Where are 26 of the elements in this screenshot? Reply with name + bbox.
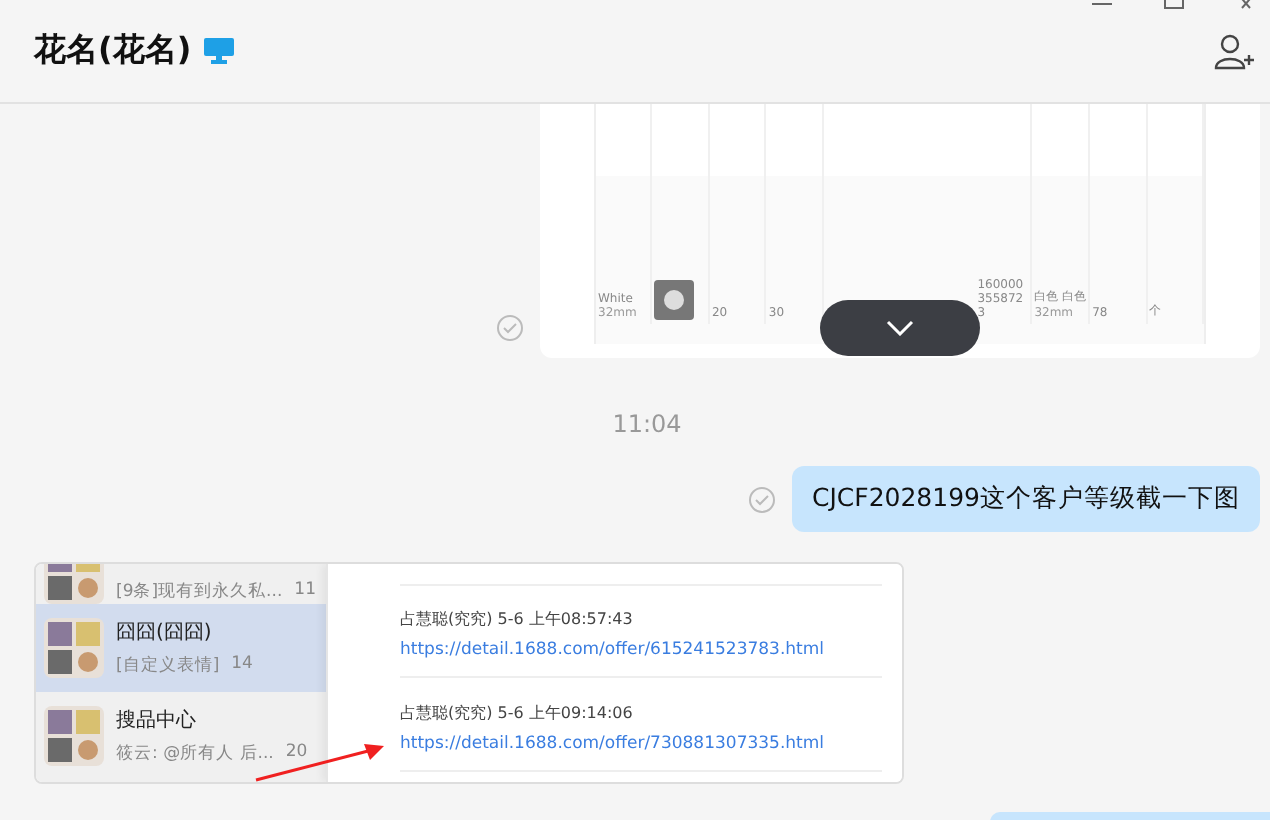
scroll-down-button[interactable] — [820, 300, 980, 356]
maximize-icon[interactable] — [1162, 0, 1186, 10]
conversation-name: 囧囧(囧囧) — [116, 620, 214, 646]
conversation-item[interactable]: 搜品中心 筱云: @所有人 后... 20 — [36, 692, 326, 780]
message-preview: [9条]现有到永久私... — [116, 580, 283, 604]
sender-line: 占慧聪(究究) 5-6 上午08:57:43 — [400, 608, 635, 630]
window-title: 花名(花名) — [34, 30, 192, 72]
message-bubble: CJCF2028199这个客户等级截一下图 — [791, 466, 1260, 532]
check-icon — [747, 485, 776, 513]
link[interactable]: https://detail.1688.com/offer/730881307335.html — [400, 734, 882, 754]
add-user-icon[interactable] — [1214, 31, 1254, 71]
check-icon — [496, 314, 524, 342]
link[interactable]: https://detail.1688.com/offer/615241523783.html — [400, 640, 882, 660]
chevron-down-icon — [886, 320, 914, 336]
message-time: 20 — [285, 742, 308, 766]
message-time: 11 — [294, 580, 316, 604]
message-preview: [自定义表情] — [116, 654, 220, 678]
minimize-icon[interactable] — [1090, 0, 1114, 10]
monitor-icon — [203, 38, 234, 64]
message-time: 14 — [231, 654, 253, 678]
message-time: 11:04 — [612, 410, 682, 438]
conversation-name: 搜品中心 — [116, 707, 198, 734]
conversation-item[interactable]: 囧囧(囧囧) [自定义表情] 14 — [36, 604, 326, 692]
sender-line: 占慧聪(究究) 5-6 上午09:14:06 — [400, 702, 635, 724]
message-preview: 筱云: @所有人 后... — [116, 742, 274, 766]
conversation-item[interactable]: [9条]现有到永久私... 11 — [36, 564, 326, 604]
